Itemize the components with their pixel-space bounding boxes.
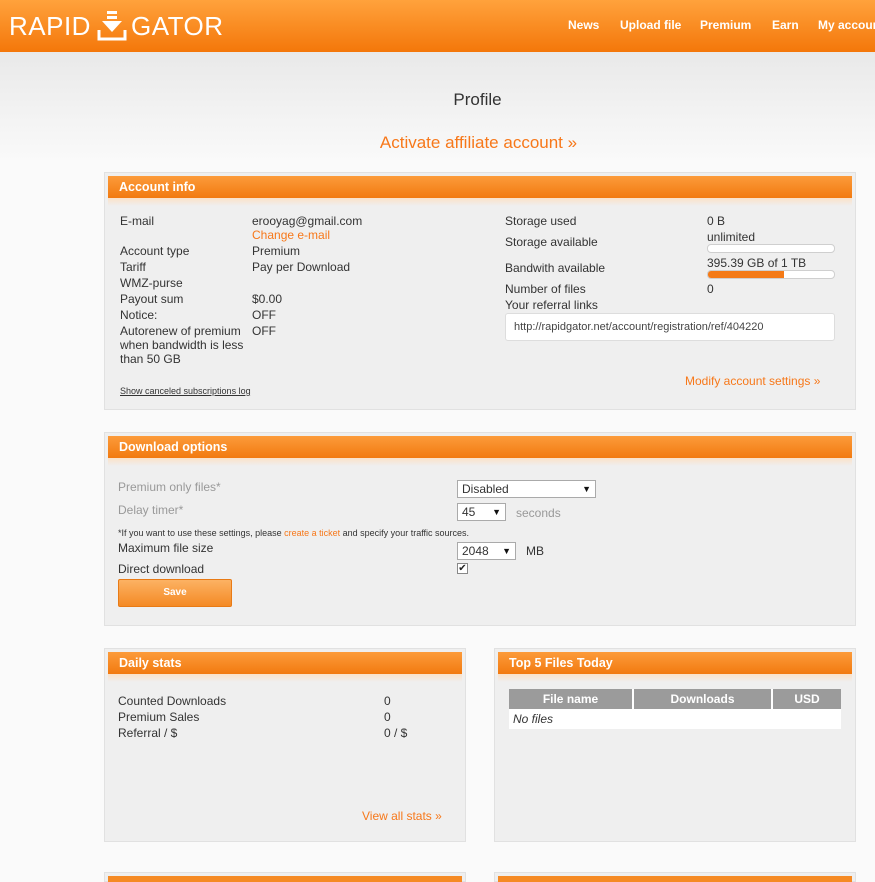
next-panel-right [494,872,856,882]
chevron-down-icon: ▼ [502,546,511,556]
empty-files-message: No files [509,709,841,729]
page-title: Profile [453,90,502,109]
top-files-panel: Top 5 Files Today File name Downloads US… [494,648,856,842]
max-file-size-unit: MB [526,544,544,558]
storage-progress-bar [707,244,835,253]
table-row: No files [509,709,841,729]
email-value: erooyag@gmail.com [252,214,363,228]
notice-label: Notice: [120,308,158,322]
nav-earn[interactable]: Earn [772,18,799,32]
bandwidth-progress-fill [708,271,784,278]
storage-used-value: 0 B [707,214,726,228]
note-text-after: and specify your traffic sources. [340,528,470,538]
account-type-label: Account type [120,244,190,258]
account-info-heading: Account info [108,176,852,198]
next-panel-right-heading [498,876,852,882]
wmz-purse-label: WMZ-purse [120,276,183,290]
stat-label-counted-downloads: Counted Downloads [118,694,227,708]
direct-download-label: Direct download [118,562,205,576]
next-panel-left [104,872,466,882]
storage-available-label: Storage available [505,235,598,249]
canceled-subscriptions-link[interactable]: Show canceled subscriptions log [120,384,251,398]
referral-link-field[interactable]: http://rapidgator.net/account/registrati… [505,313,835,341]
bandwidth-label: Bandwith available [505,261,606,275]
heading-shadow [108,458,852,466]
delay-timer-selected: 45 [462,505,476,519]
note-text-before: If you want to use these settings, pleas… [121,528,285,538]
change-email-link[interactable]: Change e-mail [252,228,330,242]
premium-only-label: Premium only files* [118,480,221,494]
tariff-label: Tariff [120,260,146,274]
stat-label-premium-sales: Premium Sales [118,710,200,724]
autorenew-label: Autorenew of premium when bandwidth is l… [120,324,244,366]
save-button[interactable]: Save [118,579,232,607]
number-of-files-label: Number of files [505,282,586,296]
column-usd[interactable]: USD [772,689,841,709]
stat-value-premium-sales: 0 [384,710,391,724]
stat-value-referral: 0 / $ [384,726,408,740]
site-header: RAPID GATOR News Upload file Premium Ear… [0,0,875,52]
storage-available-value: unlimited [707,230,756,244]
autorenew-value: OFF [252,324,276,338]
daily-stats-heading: Daily stats [108,652,462,674]
top-files-table: File name Downloads USD No files [509,689,841,729]
storage-used-label: Storage used [505,214,577,228]
stat-label-referral: Referral / $ [118,726,178,740]
heading-shadow [108,198,852,206]
number-of-files-value: 0 [707,282,714,296]
payout-value: $0.00 [252,292,283,306]
direct-download-checkbox[interactable]: ✔ [457,563,468,574]
activate-affiliate-link[interactable]: Activate affiliate account » [0,133,875,153]
download-options-heading: Download options [108,436,852,458]
settings-note: *If you want to use these settings, plea… [118,526,469,540]
next-panel-left-heading [108,876,462,882]
chevron-down-icon: ▼ [492,507,501,517]
email-label: E-mail [120,214,155,228]
delay-unit: seconds [516,506,561,520]
stat-value-counted-downloads: 0 [384,694,391,708]
heading-shadow [108,674,462,682]
premium-only-selected: Disabled [462,482,509,496]
chevron-down-icon: ▼ [582,484,591,494]
payout-label: Payout sum [120,292,184,306]
bandwidth-value: 395.39 GB of 1 TB [707,256,807,270]
nav-news[interactable]: News [568,18,599,32]
account-type-value: Premium [252,244,301,258]
column-file-name[interactable]: File name [509,689,634,709]
create-ticket-link[interactable]: create a ticket [284,528,340,538]
modify-account-settings-link[interactable]: Modify account settings » [685,374,820,388]
account-info-panel: Account info E-mail erooyag@gmail.com Ch… [104,172,856,410]
nav-my-account[interactable]: My account [818,18,875,32]
top-files-heading: Top 5 Files Today [498,652,852,674]
view-all-stats-link[interactable]: View all stats » [362,809,442,823]
referral-links-label: Your referral links [505,298,598,312]
daily-stats-panel: Daily stats Counted Downloads 0 Premium … [104,648,466,842]
nav-premium[interactable]: Premium [700,18,751,32]
max-file-size-selected: 2048 [462,544,489,558]
nav-upload-file[interactable]: Upload file [620,18,681,32]
delay-timer-select[interactable]: 45 ▼ [457,503,506,521]
main-nav: News Upload file Premium Earn My account [0,0,875,52]
heading-shadow [498,674,852,682]
notice-value: OFF [252,308,276,322]
tariff-value: Pay per Download [252,260,351,274]
max-file-size-label: Maximum file size [118,541,214,555]
premium-only-select[interactable]: Disabled ▼ [457,480,596,498]
check-icon: ✔ [458,563,467,574]
max-file-size-select[interactable]: 2048 ▼ [457,542,516,560]
download-options-panel: Download options Premium only files* Dis… [104,432,856,626]
bandwidth-progress-bar [707,270,835,279]
delay-timer-label: Delay timer* [118,503,184,517]
column-downloads[interactable]: Downloads [633,689,773,709]
